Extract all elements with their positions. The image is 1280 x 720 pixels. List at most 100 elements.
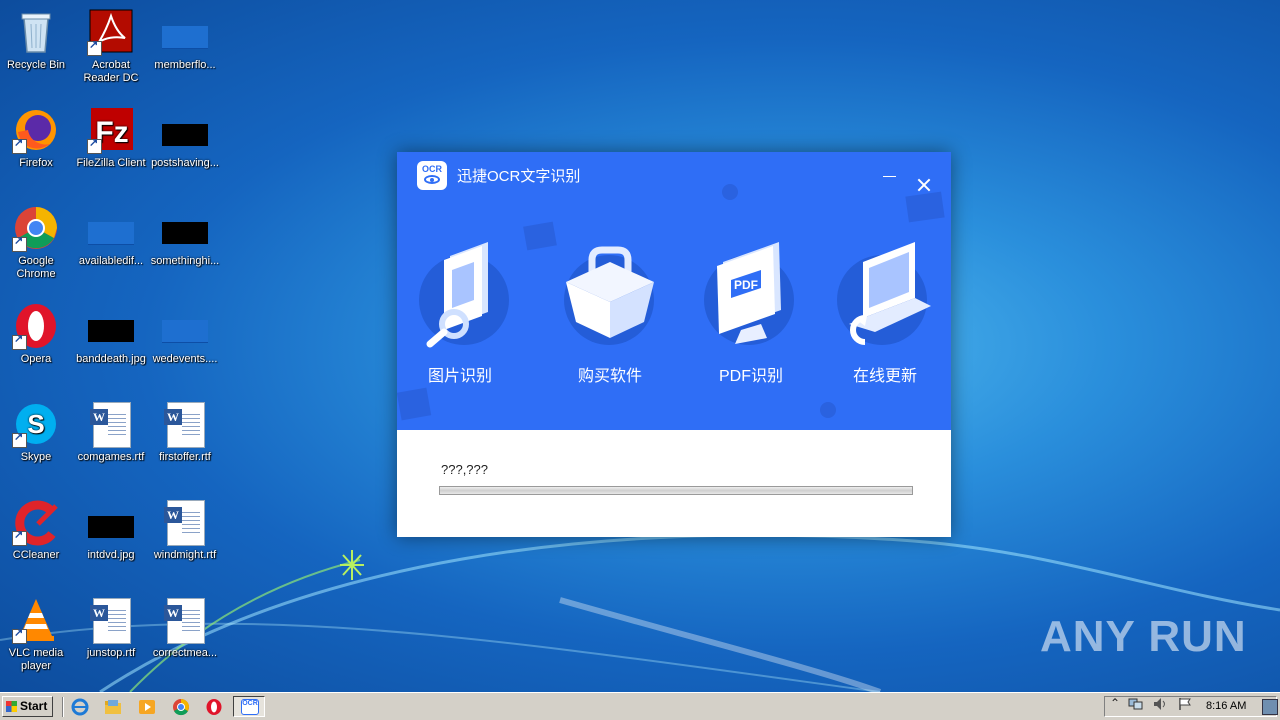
taskbar-separator [62, 697, 64, 717]
feature-label: 在线更新 [852, 368, 917, 385]
desktop-icon-vlc[interactable]: VLC media player [0, 590, 74, 686]
shortcut-arrow-icon [12, 235, 27, 252]
internet-explorer-icon[interactable] [71, 698, 89, 716]
word-document-icon: W [161, 498, 209, 546]
desktop-icon-file[interactable]: memberflo... [147, 2, 223, 98]
chrome-icon [12, 204, 60, 252]
desktop-icon-label: Recycle Bin [6, 59, 66, 71]
explorer-folder-icon[interactable] [104, 698, 122, 716]
taskbar-ocr-task[interactable]: OCR [233, 696, 265, 717]
desktop-icon-label: somethinghi... [150, 255, 220, 267]
ocr-task-icon: OCR [241, 699, 259, 715]
shortcut-arrow-icon [87, 39, 102, 56]
feature-pdf-recognition[interactable]: PDF PDF识别 [686, 240, 816, 390]
desktop-icon-label: correctmea... [152, 647, 218, 659]
shortcut-arrow-icon [12, 529, 27, 546]
ocr-dialog: OCR 迅捷OCR文字识别 图片识别 购买软件 PDF PDF识别 在线更新 ?… [397, 152, 951, 537]
windows-flag-icon [6, 701, 17, 712]
minimize-button[interactable] [883, 176, 896, 177]
shortcut-arrow-icon [87, 137, 102, 154]
desktop-icon-file[interactable]: W correctmea... [147, 590, 223, 686]
desktop-icon-skype[interactable]: S Skype [0, 394, 74, 490]
feature-label: 图片识别 [427, 368, 492, 385]
wallpaper-sparkle [340, 550, 364, 580]
desktop-icon-file[interactable]: W firstoffer.rtf [147, 394, 223, 490]
desktop-icon-file[interactable]: banddeath.jpg [73, 296, 149, 392]
desktop-icon-label: Skype [20, 451, 52, 463]
feature-image-recognition[interactable]: 图片识别 [397, 240, 525, 390]
pdf-recognition-icon: PDF [717, 242, 781, 344]
action-center-flag-icon[interactable] [1178, 697, 1192, 711]
desktop-icon-label: postshaving... [151, 157, 219, 169]
feature-label: PDF识别 [718, 368, 783, 385]
shortcut-arrow-icon [12, 137, 27, 154]
dialog-header: OCR 迅捷OCR文字识别 图片识别 购买软件 PDF PDF识别 在线更新 [397, 152, 951, 430]
desktop-icon-label: VLC media player [8, 647, 64, 672]
show-desktop-button[interactable] [1262, 699, 1278, 715]
start-button[interactable]: Start [2, 696, 53, 717]
feature-online-update[interactable]: 在线更新 [820, 240, 950, 390]
image-file-icon [161, 302, 209, 350]
desktop-icon-firefox[interactable]: Firefox [0, 100, 74, 196]
desktop-icon-label: Firefox [19, 157, 53, 169]
show-hidden-icons-icon[interactable]: ⌃ [1110, 697, 1120, 710]
desktop-icon-filezilla[interactable]: Fz FileZilla Client [73, 100, 149, 196]
image-file-icon [161, 8, 209, 56]
opera-icon [12, 302, 60, 350]
desktop-icon-file[interactable]: somethinghi... [147, 198, 223, 294]
desktop-icon-label: Opera [20, 353, 52, 365]
acrobat-reader-icon [87, 8, 135, 56]
svg-text:S: S [27, 409, 44, 439]
desktop-icon-label: comgames.rtf [77, 451, 145, 463]
word-document-icon: W [161, 596, 209, 644]
anyrun-watermark: ANY RUN [1040, 612, 1247, 662]
desktop-icon-recycle-bin[interactable]: Recycle Bin [0, 2, 74, 98]
image-file-icon [87, 204, 135, 252]
desktop-icon-file[interactable]: wedevents.... [147, 296, 223, 392]
desktop-icon-file[interactable]: intdvd.jpg [73, 492, 149, 588]
desktop-icon-label: banddeath.jpg [76, 353, 146, 365]
desktop-icon-label: intdvd.jpg [87, 549, 135, 561]
close-button[interactable] [916, 177, 932, 193]
desktop-icon-ccleaner[interactable]: CCleaner [0, 492, 74, 588]
feature-buy-software[interactable]: 购买软件 [545, 240, 675, 390]
feature-label: 购买软件 [577, 368, 642, 385]
desktop-icon-file[interactable]: W comgames.rtf [73, 394, 149, 490]
desktop-icon-acrobat[interactable]: Acrobat Reader DC [73, 2, 149, 98]
shortcut-arrow-icon [12, 627, 27, 644]
desktop-icon-label: FileZilla Client [76, 157, 146, 169]
vlc-cone-icon [12, 596, 60, 644]
word-document-icon: W [161, 400, 209, 448]
online-update-icon [849, 242, 931, 345]
shortcut-arrow-icon [12, 333, 27, 350]
skype-icon: S [12, 400, 60, 448]
desktop-icon-label: availabledif... [78, 255, 144, 267]
desktop-icon-label: windmight.rtf [153, 549, 217, 561]
word-document-icon: W [87, 596, 135, 644]
recycle-bin-icon [12, 8, 60, 56]
desktop-icon-file[interactable]: availabledif... [73, 198, 149, 294]
desktop-icon-file[interactable]: W windmight.rtf [147, 492, 223, 588]
volume-icon[interactable] [1153, 697, 1167, 711]
opera-icon[interactable] [205, 698, 223, 716]
shortcut-arrow-icon [12, 431, 27, 448]
taskbar: Start OCR ⌃ 8:16 AM [0, 692, 1280, 720]
word-document-icon: W [87, 400, 135, 448]
progress-bar [439, 486, 913, 495]
desktop-icon-label: Acrobat Reader DC [83, 59, 139, 84]
image-file-icon [87, 302, 135, 350]
start-label: Start [20, 699, 48, 713]
network-icon[interactable] [1128, 697, 1144, 711]
desktop-icon-opera[interactable]: Opera [0, 296, 74, 392]
desktop-icon-label: Google Chrome [16, 255, 56, 280]
dialog-title: 迅捷OCR文字识别 [457, 168, 581, 185]
desktop-icon-google-chrome[interactable]: Google Chrome [0, 198, 74, 294]
media-player-icon[interactable] [138, 698, 156, 716]
chrome-icon[interactable] [172, 698, 190, 716]
desktop-icon-file[interactable]: postshaving... [147, 100, 223, 196]
status-text: ???,??? [441, 462, 488, 477]
desktop-icon-label: wedevents.... [152, 353, 218, 365]
clock[interactable]: 8:16 AM [1206, 700, 1246, 712]
desktop-icon-file[interactable]: W junstop.rtf [73, 590, 149, 686]
desktop-icon-label: memberflo... [154, 59, 216, 71]
